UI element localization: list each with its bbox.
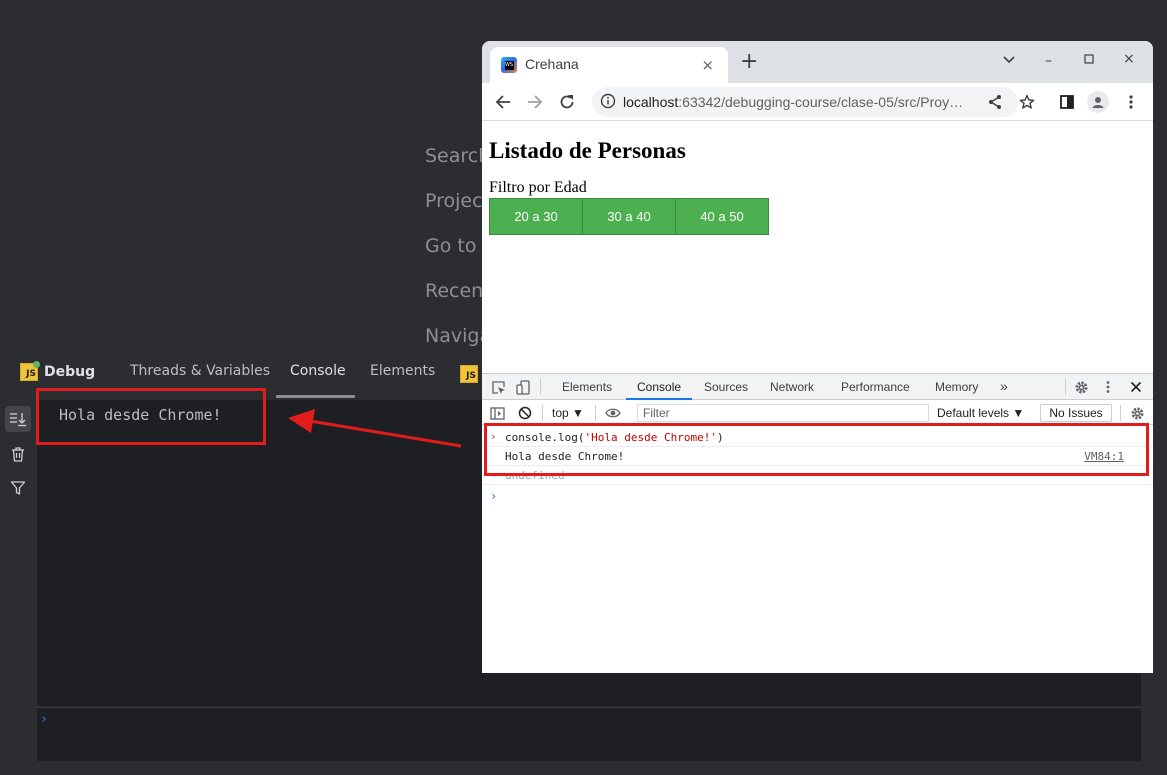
annotation-arrow xyxy=(288,409,462,448)
